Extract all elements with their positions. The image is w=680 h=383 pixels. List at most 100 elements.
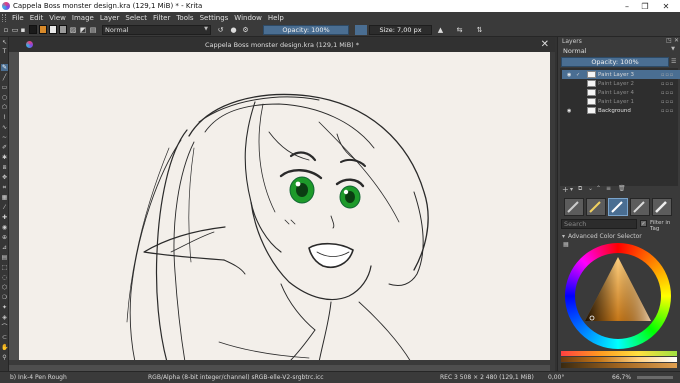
layer-lock-icons[interactable]: ▫▫▫ bbox=[661, 99, 674, 105]
multibrush-tool-icon[interactable]: ✱ bbox=[1, 154, 8, 161]
color-shade-strip[interactable] bbox=[561, 357, 677, 362]
layer-lock-icons[interactable]: ▫▫▫ bbox=[661, 72, 674, 78]
crop-tool-icon[interactable]: ⌗ bbox=[1, 184, 8, 191]
zoom-tool-icon[interactable]: ⚲ bbox=[1, 354, 8, 361]
menu-window[interactable]: Window bbox=[231, 14, 265, 22]
horizontal-scrollbar[interactable] bbox=[9, 360, 555, 365]
brush-preset-name[interactable]: b) Ink-4 Pen Rough bbox=[10, 374, 67, 381]
color-history-strip[interactable] bbox=[561, 351, 677, 356]
menu-settings[interactable]: Settings bbox=[197, 14, 232, 22]
text-tool-icon[interactable]: T bbox=[1, 48, 8, 55]
pan-tool-icon[interactable]: ✋ bbox=[1, 344, 8, 351]
canvas-paper[interactable] bbox=[19, 52, 551, 363]
fill-icon[interactable]: ▨ bbox=[69, 25, 77, 35]
visibility-eye-icon[interactable]: ◉ bbox=[567, 108, 571, 114]
menu-image[interactable]: Image bbox=[69, 14, 97, 22]
reload-preset-icon[interactable]: ↺ bbox=[216, 25, 225, 35]
foreground-color-swatch[interactable] bbox=[29, 25, 37, 34]
alpha-lock-icon[interactable]: ▤ bbox=[89, 25, 97, 35]
layer-lock-icons[interactable]: ▫▫▫ bbox=[661, 90, 674, 96]
close-document-button[interactable]: ✕ bbox=[541, 39, 549, 50]
reference-tool-icon[interactable]: ▤ bbox=[1, 254, 8, 261]
add-layer-icon[interactable]: + bbox=[562, 185, 569, 194]
maximize-button[interactable]: ❐ bbox=[635, 0, 655, 12]
hue-ring[interactable] bbox=[565, 243, 671, 349]
open-document-icon[interactable]: ▭ bbox=[11, 25, 19, 35]
menu-file[interactable]: File bbox=[9, 14, 27, 22]
select-shapes-tool-icon[interactable]: ↖ bbox=[1, 39, 8, 46]
delete-layer-icon[interactable]: 🗑 bbox=[618, 185, 626, 192]
menu-filter[interactable]: Filter bbox=[150, 14, 173, 22]
pattern-swatch[interactable] bbox=[59, 25, 67, 34]
move-layer-up-icon[interactable]: ⌃ bbox=[596, 185, 601, 192]
measure-tool-icon[interactable]: ⊿ bbox=[1, 244, 8, 251]
wrap-around-icon[interactable]: ● bbox=[229, 25, 238, 35]
freehand-select-tool-icon[interactable]: ❍ bbox=[1, 294, 8, 301]
saturation-value-triangle[interactable] bbox=[565, 243, 671, 349]
document-tab[interactable]: Cappela Boss monster design.kra (129,1 M… bbox=[9, 38, 555, 52]
docker-float-icon[interactable]: ◳ bbox=[666, 37, 672, 44]
rectangle-tool-icon[interactable]: ▭ bbox=[1, 84, 8, 91]
size-slider[interactable]: Size: 7,00 px bbox=[369, 25, 432, 35]
new-document-icon[interactable]: ▫ bbox=[2, 25, 10, 35]
save-document-icon[interactable]: ▪ bbox=[19, 25, 27, 35]
background-color-swatch[interactable] bbox=[49, 25, 57, 34]
layer-row[interactable]: ◉ ✓ Paint Layer 3 ▫▫▫ bbox=[562, 70, 680, 79]
layer-blend-mode-dropdown[interactable]: Normal ▼ bbox=[561, 46, 677, 55]
polygon-tool-icon[interactable]: ⬠ bbox=[1, 104, 8, 111]
move-tool-icon[interactable]: ✥ bbox=[1, 174, 8, 181]
freehand-brush-tool-icon[interactable]: ✎ bbox=[1, 64, 8, 71]
brush-preset-tile[interactable] bbox=[586, 198, 606, 216]
flow-slider[interactable] bbox=[355, 25, 367, 35]
eraser-mode-icon[interactable]: ◩ bbox=[79, 25, 87, 35]
docker-collapse-icon[interactable]: ▾ bbox=[562, 233, 565, 240]
transform-tool-icon[interactable]: ⧈ bbox=[1, 164, 8, 171]
mirror-settings-icon[interactable]: ⚙ bbox=[241, 25, 250, 35]
assistant-tool-icon[interactable]: ⊕ bbox=[1, 234, 8, 241]
menu-tools[interactable]: Tools bbox=[173, 14, 196, 22]
layer-lock-icons[interactable]: ▫▫▫ bbox=[661, 81, 674, 87]
duplicate-layer-icon[interactable]: ⧉ bbox=[578, 185, 582, 193]
brush-preset-tile[interactable] bbox=[630, 198, 650, 216]
color-shade-strip-2[interactable] bbox=[561, 363, 677, 368]
zoom-slider[interactable] bbox=[637, 376, 673, 379]
line-tool-icon[interactable]: ╱ bbox=[1, 74, 8, 81]
layer-lock-icons[interactable]: ▫▫▫ bbox=[661, 108, 674, 114]
layer-expand-icon[interactable]: ✓ bbox=[576, 72, 580, 78]
filter-in-tag-checkbox[interactable]: ✓ bbox=[640, 220, 647, 227]
mirror-vertical-icon[interactable]: ⇅ bbox=[475, 25, 484, 35]
menu-view[interactable]: View bbox=[46, 14, 69, 22]
menu-help[interactable]: Help bbox=[265, 14, 287, 22]
similar-select-tool-icon[interactable]: ◈ bbox=[1, 314, 8, 321]
brush-preset-tile[interactable] bbox=[564, 198, 584, 216]
layer-filter-icon[interactable]: ☰ bbox=[671, 58, 676, 65]
layer-properties-icon[interactable]: ≡ bbox=[606, 185, 611, 192]
gradient-swatch[interactable] bbox=[39, 25, 47, 34]
fill-tool-icon[interactable]: ◉ bbox=[1, 224, 8, 231]
ellipse-tool-icon[interactable]: ○ bbox=[1, 94, 8, 101]
canvas-area[interactable] bbox=[9, 52, 555, 371]
move-layer-down-icon[interactable]: ⌄ bbox=[588, 185, 593, 192]
brush-search-input[interactable]: Search bbox=[561, 219, 637, 229]
color-picker-tool-icon[interactable]: ⁄ bbox=[1, 204, 8, 211]
docker-close-icon[interactable]: ✕ bbox=[674, 37, 679, 44]
layer-options-icon[interactable]: ▾ bbox=[570, 186, 573, 193]
minimize-button[interactable]: – bbox=[617, 0, 637, 12]
menu-layer[interactable]: Layer bbox=[97, 14, 123, 22]
freehand-path-tool-icon[interactable]: ~ bbox=[1, 134, 8, 141]
close-window-button[interactable]: ✕ bbox=[656, 0, 676, 12]
visibility-eye-icon[interactable]: ◉ bbox=[567, 72, 571, 78]
mirror-horizontal-icon[interactable]: ⇆ bbox=[455, 25, 464, 35]
dynamic-brush-tool-icon[interactable]: ✐ bbox=[1, 144, 8, 151]
layer-opacity-slider[interactable]: Opacity: 100% bbox=[561, 57, 669, 67]
menu-edit[interactable]: Edit bbox=[27, 14, 47, 22]
bezier-tool-icon[interactable]: ∿ bbox=[1, 124, 8, 131]
layer-row[interactable]: ◉ Background ▫▫▫ bbox=[562, 106, 680, 115]
rotate-icon[interactable]: ▲ bbox=[436, 25, 445, 35]
menu-select[interactable]: Select bbox=[122, 14, 150, 22]
smart-patch-tool-icon[interactable]: ✚ bbox=[1, 214, 8, 221]
vertical-scrollbar[interactable] bbox=[550, 52, 555, 371]
polygon-select-tool-icon[interactable]: ⬡ bbox=[1, 284, 8, 291]
rotation-value[interactable]: 0,00° bbox=[548, 374, 564, 381]
brush-preset-tile[interactable] bbox=[652, 198, 672, 216]
